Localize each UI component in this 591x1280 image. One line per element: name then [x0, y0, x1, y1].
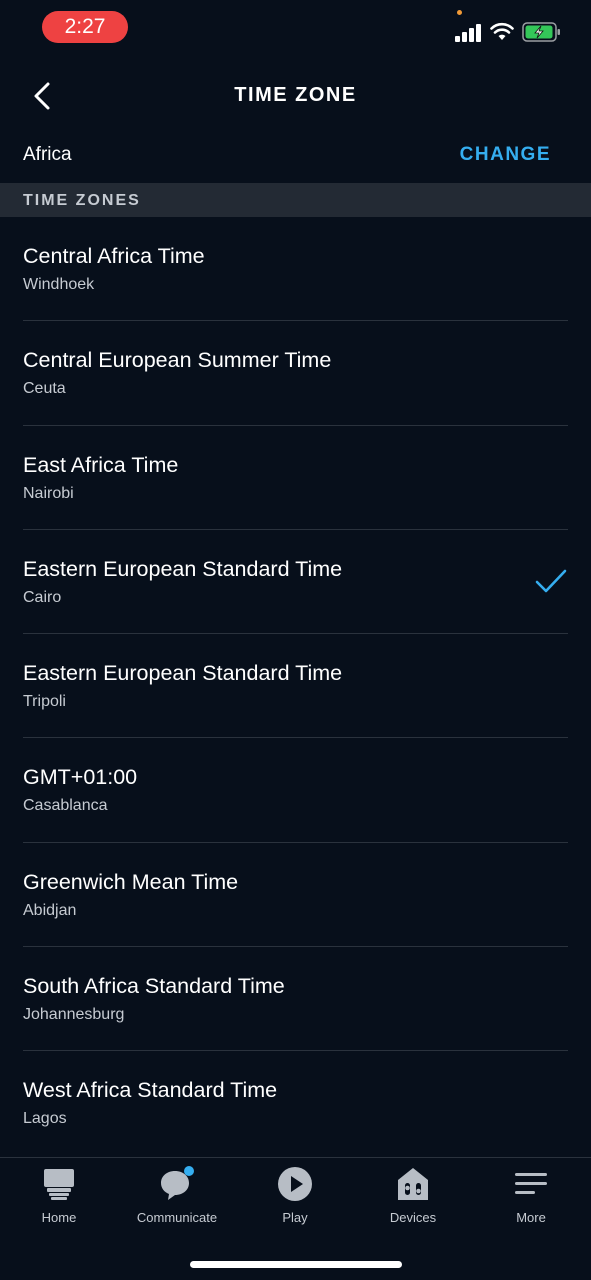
battery-charging-icon [522, 22, 560, 42]
time-zone-name: East Africa Time [23, 452, 179, 477]
header: TIME ZONE [0, 60, 591, 132]
time-zone-item[interactable]: Central European Summer Time Ceuta [0, 321, 591, 426]
tab-label: Communicate [136, 1210, 218, 1225]
tab-label: Home [41, 1210, 77, 1225]
status-time[interactable]: 2:27 [42, 11, 128, 43]
home-icon [44, 1169, 74, 1200]
time-zone-item[interactable]: South Africa Standard Time Johannesburg [0, 947, 591, 1052]
tab-more[interactable]: More [472, 1166, 590, 1236]
devices-icon [398, 1168, 428, 1200]
time-zone-name: Eastern European Standard Time [23, 556, 343, 581]
tab-label: Play [282, 1210, 308, 1225]
home-indicator[interactable] [190, 1261, 402, 1268]
time-zone-city: Johannesburg [23, 1006, 125, 1024]
change-region-button[interactable]: CHANGE [460, 144, 551, 166]
privacy-indicator-dot [457, 10, 462, 15]
time-zone-name: GMT+01:00 [23, 765, 138, 790]
region-value: Africa [23, 144, 72, 165]
time-zone-item[interactable]: Greenwich Mean Time Abidjan [0, 843, 591, 948]
time-zone-list: Central Africa Time Windhoek Central Eur… [0, 217, 591, 1156]
time-zone-city: Cairo [23, 588, 62, 606]
time-zone-city: Windhoek [23, 276, 95, 293]
time-zone-city: Lagos [23, 1110, 67, 1128]
time-zone-name: Eastern European Standard Time [23, 661, 343, 686]
region-row: Africa CHANGE [0, 132, 591, 182]
page-title: TIME ZONE [234, 84, 357, 106]
time-zone-city: Casablanca [23, 797, 108, 815]
time-zone-city: Nairobi [23, 484, 74, 502]
tab-play[interactable]: Play [236, 1166, 354, 1236]
tab-label: More [516, 1210, 546, 1225]
checkmark-icon [535, 569, 567, 593]
wifi-icon [490, 22, 514, 40]
section-label: TIME ZONES [23, 192, 141, 209]
time-zone-item[interactable]: Central Africa Time Windhoek [0, 217, 591, 322]
time-zone-item-selected[interactable]: Eastern European Standard Time Cairo [0, 530, 591, 635]
time-zone-city: Ceuta [23, 380, 66, 398]
time-zone-name: West Africa Standard Time [23, 1078, 278, 1103]
menu-icon [515, 1173, 547, 1194]
tab-communicate[interactable]: Communicate [118, 1166, 236, 1236]
time-zone-name: Greenwich Mean Time [23, 869, 239, 894]
time-zone-name: South Africa Standard Time [23, 974, 285, 999]
time-zone-item[interactable]: Eastern European Standard Time Tripoli [0, 634, 591, 739]
signal-icon [455, 24, 481, 42]
status-bar: 2:27 [0, 0, 591, 56]
chat-bubble-icon [161, 1166, 194, 1200]
time-zone-city: Tripoli [23, 693, 66, 711]
time-zone-item[interactable]: GMT+01:00 Casablanca [0, 738, 591, 844]
tab-devices[interactable]: Devices [354, 1166, 472, 1236]
time-zone-city: Abidjan [23, 901, 77, 919]
time-zone-item[interactable]: East Africa Time Nairobi [0, 426, 591, 531]
tab-label: Devices [389, 1210, 437, 1225]
section-header: TIME ZONES [0, 183, 591, 217]
tab-home[interactable]: Home [0, 1166, 118, 1236]
time-zone-name: Central Africa Time [23, 244, 205, 268]
play-icon [278, 1167, 312, 1201]
time-zone-item[interactable]: West Africa Standard Time Lagos [0, 1051, 591, 1155]
time-zone-name: Central European Summer Time [23, 348, 332, 373]
